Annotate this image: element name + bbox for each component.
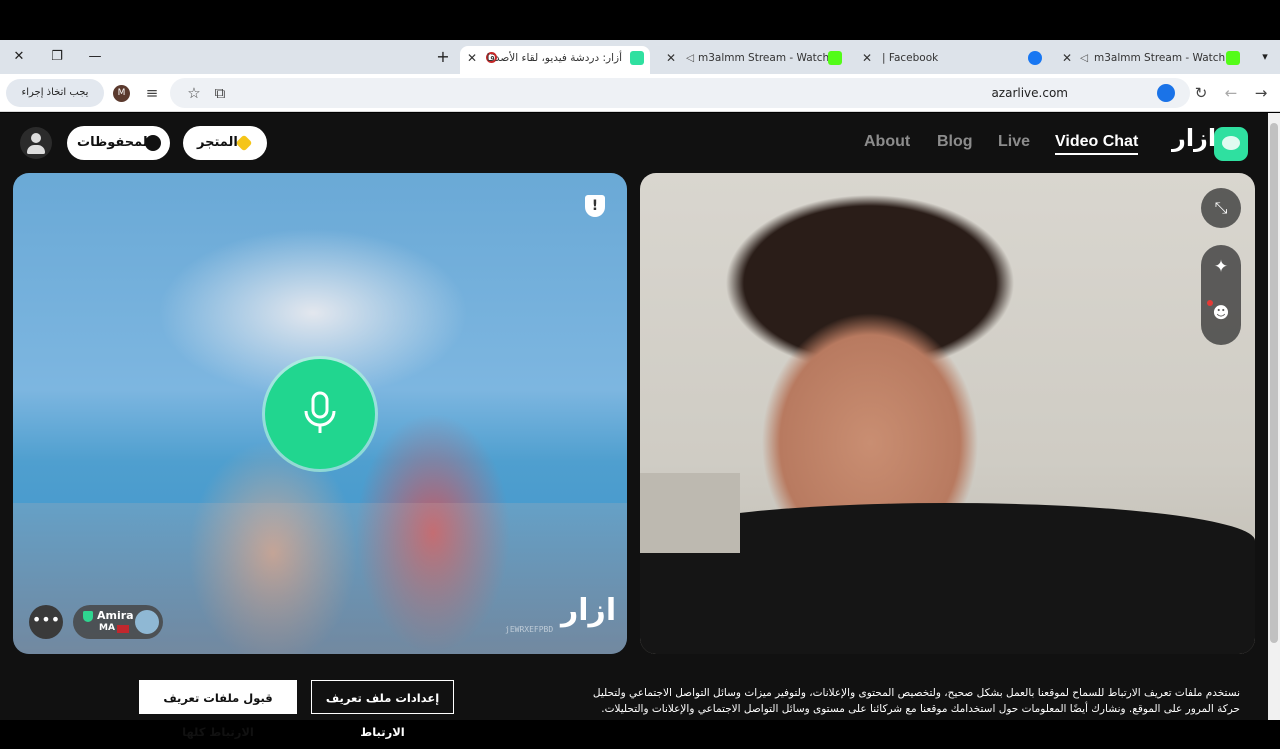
cookie-text-line1: نستخدم ملفات تعريف الارتباط للسماح لموقع… (592, 687, 1240, 699)
azar-logo-icon[interactable] (1214, 127, 1248, 161)
partner-country: MA (99, 623, 115, 633)
close-icon[interactable]: ✕ (666, 46, 676, 70)
tab-title: | Facebook (882, 52, 939, 64)
tab-stream-2[interactable]: ✕ ◁ m3almm Stream - Watch Li (1058, 46, 1248, 74)
nav-about[interactable]: About (864, 133, 910, 151)
store-label: المتجر (197, 135, 238, 150)
tab-title: أزار: دردشة فيديو، لقاء الأصدقا (486, 52, 622, 64)
azar-site: ازار Video Chat Live Blog About المتجر ا… (0, 113, 1268, 739)
microphone-button[interactable] (265, 359, 375, 469)
expand-icon[interactable]: ⤡ (1201, 188, 1241, 228)
morocco-flag-icon (117, 625, 129, 633)
cookie-settings-button[interactable]: إعدادات ملف تعريف الارتباط (311, 680, 454, 739)
close-icon[interactable]: ✕ (862, 46, 872, 70)
nav-video-chat[interactable]: Video Chat (1055, 133, 1139, 155)
nav-blog[interactable]: Blog (937, 133, 973, 151)
history-label: المحفوظات (77, 135, 153, 150)
window-restore-button[interactable]: ❐ (38, 40, 76, 74)
reload-icon[interactable]: ↻ (1191, 83, 1211, 103)
history-button[interactable]: المحفوظات (67, 126, 170, 160)
chat-bubble-icon[interactable]: ••• (29, 605, 63, 639)
tab-title: m3almm Stream - Watch Li (1094, 52, 1238, 64)
session-id: jEWRXEFPBD (505, 625, 554, 634)
kick-favicon-icon (1226, 51, 1240, 65)
speaker-icon: ◁ (1080, 52, 1089, 64)
tab-search-chevron-icon[interactable]: ▾ (1246, 40, 1280, 74)
window-minimize-button[interactable]: — (76, 40, 114, 74)
scrollbar-thumb[interactable] (1270, 123, 1278, 643)
install-app-icon[interactable]: ⧉ (210, 83, 230, 103)
back-arrow-icon[interactable]: ← (1221, 83, 1241, 103)
partner-info-chip[interactable]: Amira MA (73, 605, 163, 639)
facebook-favicon-icon (1028, 51, 1042, 65)
verified-shield-icon (83, 611, 93, 622)
tab-title: m3almm Stream - Watch Li (698, 52, 842, 64)
new-tab-button[interactable]: + (424, 40, 462, 74)
tab-azar[interactable]: ✕ أزار: دردشة فيديو، لقاء الأصدقا (460, 46, 650, 74)
cookie-notice: نستخدم ملفات تعريف الارتباط للسماح لموقع… (580, 685, 1240, 717)
tab-stream-1[interactable]: ✕ ◁ m3almm Stream - Watch Li (660, 46, 850, 74)
video-subject (640, 473, 1255, 654)
sparkle-effects-icon[interactable]: ✦ (1201, 257, 1241, 277)
speaker-icon: ◁ (686, 52, 695, 64)
tab-facebook[interactable]: ✕ | Facebook (858, 46, 1048, 74)
profile-avatar[interactable]: M (113, 85, 130, 102)
report-shield-icon[interactable]: ! (585, 195, 605, 217)
partner-avatar (135, 610, 159, 634)
playlist-icon[interactable]: ≡ (142, 83, 162, 103)
close-icon[interactable]: ✕ (467, 46, 477, 70)
self-video: ⤡ ✦ ☻ (640, 173, 1255, 654)
top-black-bar (0, 0, 1280, 40)
microphone-icon (304, 391, 336, 433)
accept-cookies-button[interactable]: قبول ملفات تعريف الارتباط كلها (139, 680, 297, 739)
cookie-text-line2: حركة المرور على الموقع. ونشارك أيضًا الم… (601, 703, 1240, 715)
page-scrollbar[interactable] (1268, 113, 1280, 720)
url-text[interactable]: azarlive.com (991, 86, 1068, 100)
azar-favicon-icon (630, 51, 644, 65)
effects-toolbar: ✦ ☻ (1201, 245, 1241, 345)
action-required-button[interactable]: يجب اتخاذ إجراء (6, 79, 104, 107)
azar-watermark: ازار (561, 593, 617, 628)
close-icon[interactable]: ✕ (1062, 46, 1072, 70)
face-filter-icon[interactable]: ☻ (1201, 303, 1241, 322)
browser-tabstrip: ✕ ❐ — + ✕ أزار: دردشة فيديو، لقاء الأصدق… (0, 40, 1280, 74)
address-bar: يجب اتخاذ إجراء M ≡ ☆ ⧉ azarlive.com ↻ ←… (0, 74, 1280, 112)
partner-video: ! ••• Amira MA jEWRXEFPBD ازار (13, 173, 627, 654)
nav-live[interactable]: Live (998, 133, 1030, 151)
azar-logo-text[interactable]: ازار (1172, 124, 1216, 152)
kick-favicon-icon (828, 51, 842, 65)
user-account-icon[interactable] (20, 127, 52, 159)
bookmark-star-icon[interactable]: ☆ (184, 83, 204, 103)
forward-arrow-icon[interactable]: → (1251, 83, 1271, 103)
store-button[interactable]: المتجر (183, 126, 267, 160)
gem-icon (235, 134, 253, 152)
partner-name: Amira (97, 609, 134, 622)
window-close-button[interactable]: ✕ (0, 40, 38, 74)
camera-in-use-icon[interactable] (1157, 84, 1175, 102)
